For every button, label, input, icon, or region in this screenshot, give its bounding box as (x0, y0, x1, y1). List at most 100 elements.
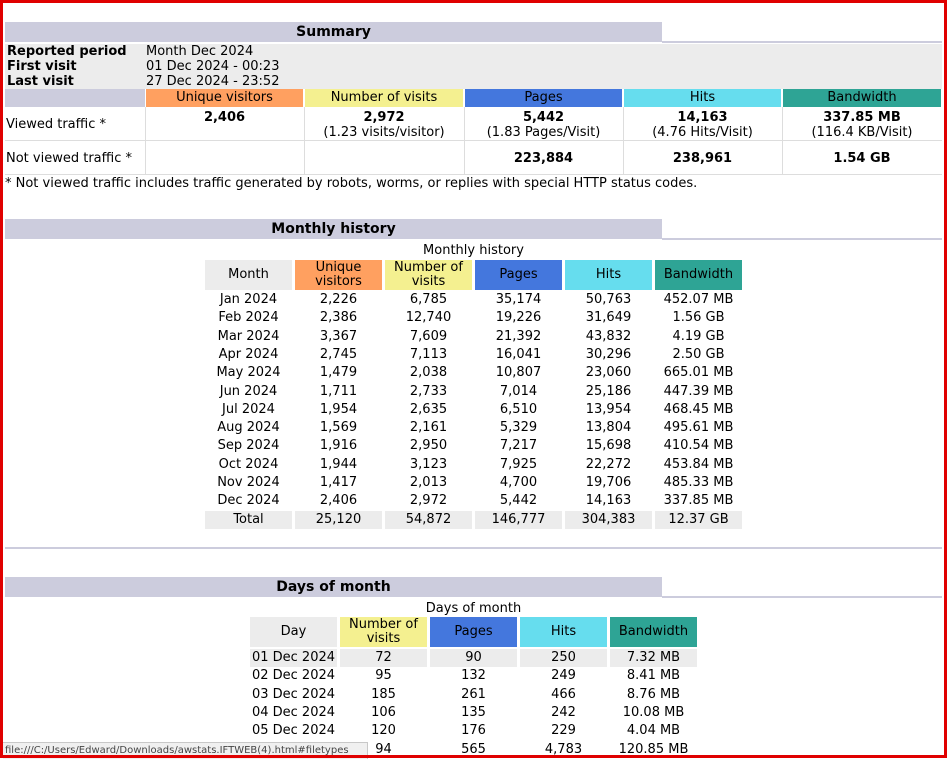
summary-header-pages: Pages (465, 89, 622, 107)
day-cell: 04 Dec 2024 (251, 704, 336, 720)
total-hits-cell: 304,383 (565, 510, 652, 529)
unique-visitors-cell: 2,226 (319, 292, 358, 307)
viewed-hits: 14,163 (4.76 Hits/Visit) (624, 110, 781, 140)
bandwidth-cell: 8.41 MB (626, 668, 681, 684)
visits-cell: 2,013 (409, 475, 448, 490)
month-cell: Aug 2024 (217, 420, 280, 436)
viewed-visits: 2,972 (1.23 visits/visitor) (305, 110, 463, 140)
hits-cell: 31,649 (585, 310, 632, 326)
days-header-day: Day (250, 617, 337, 647)
not-viewed-footnote: * Not viewed traffic includes traffic ge… (5, 176, 698, 191)
pages-cell: 7,925 (499, 456, 538, 472)
total-bandwidth-cell: 12.37 GB (655, 510, 742, 529)
summary-header-visits: Number of visits (305, 89, 463, 107)
unique-visitors-cell: 2,745 (319, 346, 358, 362)
pages-cell: 21,392 (495, 328, 542, 344)
hits-cell: 466 (551, 686, 576, 702)
viewed-unique-visitors: 2,406 (146, 110, 303, 125)
total-row: Total 25,120 54,872 146,777 304,383 12.3… (0, 510, 947, 529)
not-viewed-hits: 238,961 (624, 151, 781, 166)
pages-cell: 135 (461, 704, 486, 720)
visits-cell: 106 (371, 704, 396, 720)
hits-cell: 22,272 (585, 456, 632, 472)
bandwidth-cell: 4.04 MB (626, 723, 681, 739)
table-row: 05 Dec 2024 120 176 229 4.04 MB (0, 722, 947, 740)
bandwidth-cell: 2.50 GB (672, 346, 725, 362)
table-row: Oct 2024 1,944 3,123 7,925 22,272 453.84… (0, 456, 947, 474)
month-cell: Jun 2024 (219, 383, 278, 399)
not-viewed-hits-value: 238,961 (672, 151, 733, 166)
days-header-pages: Pages (430, 617, 517, 647)
viewed-bandwidth: 337.85 MB (116.4 KB/Visit) (783, 110, 941, 140)
total-pages-cell: 146,777 (475, 510, 562, 529)
monthly-header-unique-visitors: Unique visitors (295, 260, 382, 290)
visits-cell: 72 (340, 649, 427, 667)
visits-cell: 2,038 (409, 365, 448, 381)
month-cell: Feb 2024 (218, 310, 279, 326)
bandwidth-cell: 8.76 MB (626, 686, 681, 702)
table-row: Aug 2024 1,569 2,161 5,329 13,804 495.61… (0, 419, 947, 437)
viewed-hits-sub: (4.76 Hits/Visit) (652, 125, 753, 140)
monthly-header-pages: Pages (475, 260, 562, 290)
table-row: 01 Dec 2024 72 90 250 7.32 MB (0, 649, 947, 667)
pages-cell: 35,174 (495, 292, 542, 307)
visits-cell: 7,609 (409, 328, 448, 344)
viewed-bandwidth-sub: (116.4 KB/Visit) (811, 125, 913, 140)
days-header-bandwidth: Bandwidth (610, 617, 697, 647)
table-row: Mar 2024 3,367 7,609 21,392 43,832 4.19 … (0, 328, 947, 346)
table-row: 02 Dec 2024 95 132 249 8.41 MB (0, 667, 947, 685)
bandwidth-cell: 120.85 MB (618, 741, 689, 757)
unique-visitors-cell: 1,479 (319, 365, 358, 381)
viewed-visits-sub: (1.23 visits/visitor) (323, 125, 445, 140)
hits-cell: 15,698 (585, 438, 632, 454)
monthly-header-hits: Hits (565, 260, 652, 290)
bandwidth-cell: 453.84 MB (663, 456, 734, 472)
visits-cell: 120 (371, 723, 396, 739)
total-visits-cell: 54,872 (385, 510, 472, 529)
monthly-header-month: Month (205, 260, 292, 290)
bandwidth-cell: 665.01 MB (663, 365, 734, 381)
viewed-visits-value: 2,972 (363, 110, 405, 125)
table-row: 04 Dec 2024 106 135 242 10.08 MB (0, 704, 947, 722)
unique-visitors-cell: 1,569 (319, 420, 358, 436)
monthly-header-bandwidth: Bandwidth (655, 260, 742, 290)
bandwidth-cell: 4.19 GB (672, 328, 725, 344)
viewed-pages: 5,442 (1.83 Pages/Visit) (465, 110, 622, 140)
bandwidth-cell: 447.39 MB (663, 383, 734, 399)
pages-cell: 5,442 (499, 493, 538, 509)
summary-period-info: Reported period Month Dec 2024 First vis… (5, 44, 942, 89)
hits-cell: 4,783 (544, 741, 583, 757)
clipped-top-content (440, 0, 720, 4)
unique-visitors-cell: 1,916 (319, 438, 358, 454)
table-row: Jun 2024 1,711 2,733 7,014 25,186 447.39… (0, 383, 947, 401)
table-row: Feb 2024 2,386 12,740 19,226 31,649 1.56… (0, 309, 947, 327)
not-viewed-bandwidth-value: 1.54 GB (833, 151, 891, 166)
last-visit-value: 27 Dec 2024 - 23:52 (146, 74, 280, 89)
hits-cell: 250 (520, 649, 607, 667)
days-header-hits: Hits (520, 617, 607, 647)
bandwidth-cell: 485.33 MB (663, 475, 734, 490)
viewed-pages-value: 5,442 (522, 110, 565, 125)
not-viewed-pages-value: 223,884 (513, 151, 574, 166)
day-cell: 02 Dec 2024 (251, 668, 336, 684)
last-visit-label: Last visit (7, 74, 74, 89)
unique-visitors-cell: 2,386 (319, 310, 358, 326)
hits-cell: 30,296 (585, 346, 632, 362)
pages-cell: 6,510 (499, 401, 538, 417)
total-label-cell: Total (205, 510, 292, 529)
total-unique-visitors-cell: 25,120 (295, 510, 382, 529)
viewed-pages-sub: (1.83 Pages/Visit) (486, 125, 601, 140)
pages-cell: 132 (461, 668, 486, 684)
viewed-hits-value: 14,163 (677, 110, 728, 125)
hits-cell: 249 (551, 668, 576, 684)
bandwidth-cell: 410.54 MB (663, 438, 734, 454)
table-row: Apr 2024 2,745 7,113 16,041 30,296 2.50 … (0, 346, 947, 364)
reported-period-label: Reported period (7, 44, 127, 59)
summary-header-blank (5, 89, 145, 107)
status-bar-link-preview: file:///C:/Users/Edward/Downloads/awstat… (3, 742, 368, 759)
bandwidth-cell: 337.85 MB (663, 493, 734, 509)
pages-cell: 7,014 (499, 383, 538, 399)
hits-cell: 229 (551, 723, 576, 739)
visits-cell: 12,740 (405, 310, 452, 326)
pages-cell: 19,226 (495, 310, 542, 326)
